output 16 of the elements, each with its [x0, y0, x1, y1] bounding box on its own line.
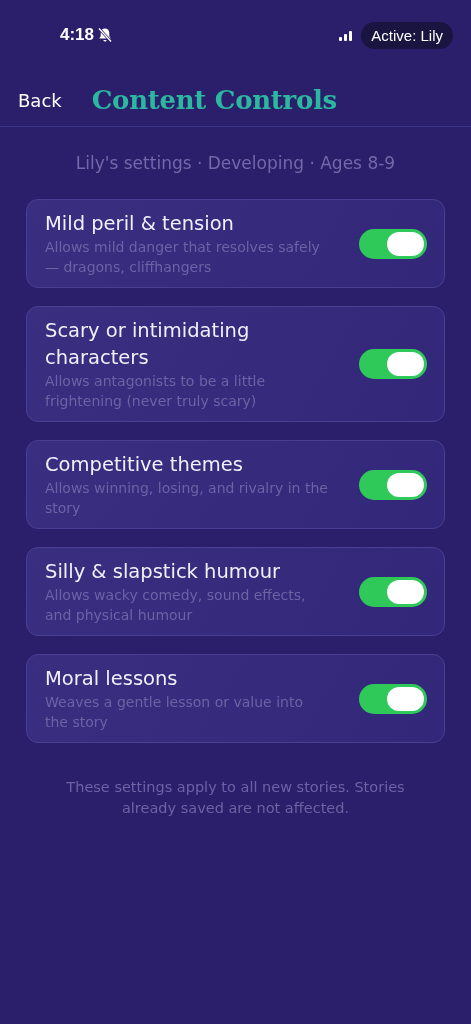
toggle-switch[interactable]: [359, 469, 427, 500]
toggle-switch[interactable]: [359, 683, 427, 714]
toggle-switch[interactable]: [359, 228, 427, 259]
toggle-switch[interactable]: [359, 349, 427, 379]
toggle-switch[interactable]: [359, 576, 427, 607]
setting-title: Mild peril & tension: [45, 211, 235, 237]
setting-title: Scary or intimidating characters: [45, 318, 251, 371]
setting-title: Moral lessons: [45, 666, 179, 692]
page-title: Content Controls: [91, 85, 337, 115]
setting-title: Silly & slapstick humour: [45, 559, 282, 585]
active-profile-badge: Active: Lily: [361, 21, 453, 49]
profile-summary: Lily's settings · Developing · Ages 8-9: [74, 152, 397, 175]
setting-title: Competitive themes: [45, 452, 244, 478]
footnote: These settings apply to all new stories. Stories already saved are not affected.: [65, 778, 406, 818]
status-time: 4:18: [60, 25, 95, 45]
back-link[interactable]: Back: [18, 89, 62, 111]
